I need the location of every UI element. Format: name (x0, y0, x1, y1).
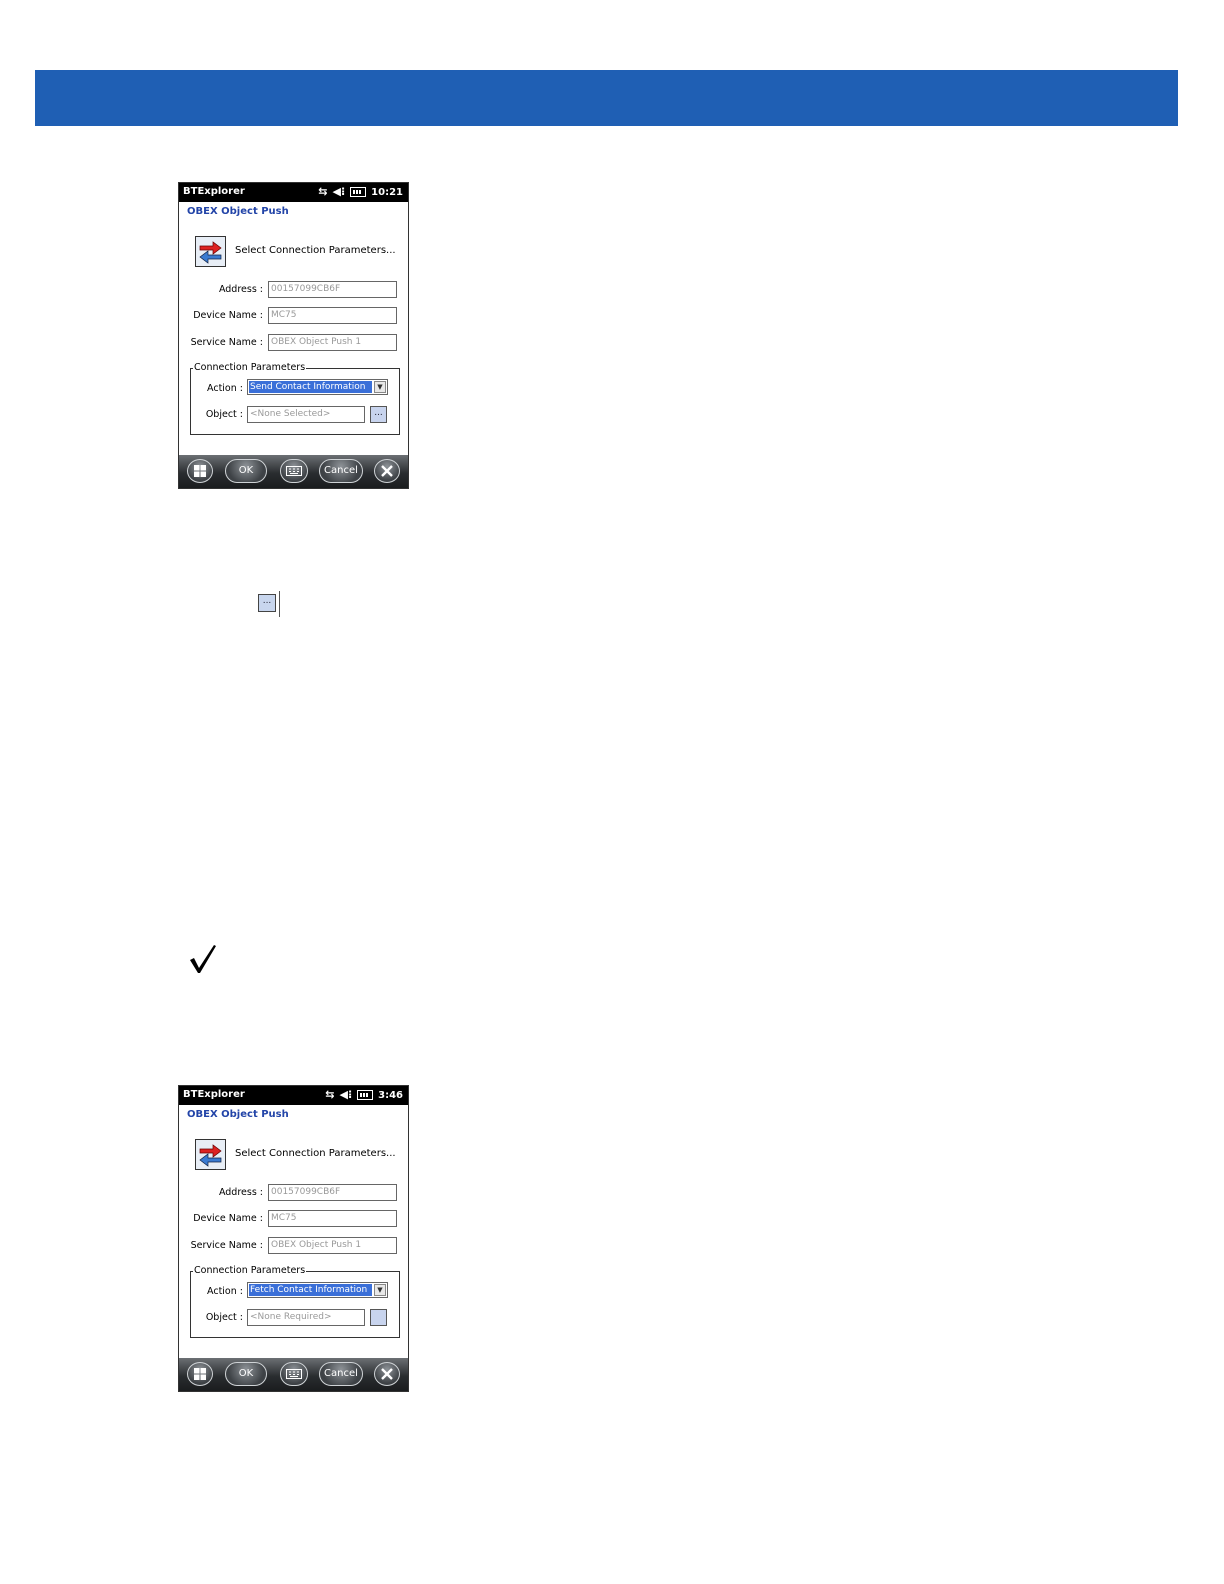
action-dropdown[interactable]: Send Contact Information ▼ (247, 379, 388, 395)
volume-muted-icon: ◀⁝ (332, 185, 346, 198)
service-name-label: Service Name : (190, 1240, 263, 1251)
object-label: Object : (205, 409, 243, 420)
battery-icon (350, 187, 367, 197)
connection-icon (195, 1139, 226, 1170)
connectivity-icon: ⇆ (325, 1088, 335, 1101)
connection-prompt: Select Connection Parameters... (235, 245, 396, 256)
connectivity-icon: ⇆ (318, 185, 328, 198)
address-field[interactable]: 00157099CB6F (268, 1184, 397, 1201)
service-name-field[interactable]: OBEX Object Push 1 (268, 1237, 397, 1254)
device-name-field[interactable]: MC75 (268, 1210, 397, 1227)
browse-object-button[interactable]: ... (370, 406, 387, 423)
close-button[interactable] (374, 459, 400, 483)
action-selected-value: Fetch Contact Information (249, 1284, 372, 1296)
windows-start-button[interactable] (187, 459, 213, 483)
volume-muted-icon: ◀⁝ (339, 1088, 353, 1101)
keyboard-button[interactable] (280, 459, 308, 483)
status-time: 3:46 (378, 1089, 403, 1101)
status-time: 10:21 (371, 186, 403, 198)
status-bar: BTExplorer ⇆ ◀⁝ 10:21 (179, 183, 408, 202)
keyboard-icon (286, 466, 302, 476)
connection-prompt: Select Connection Parameters... (235, 1148, 396, 1159)
windows-start-button[interactable] (187, 1362, 213, 1386)
taskbar: OK Cancel (179, 455, 408, 488)
chevron-down-icon[interactable]: ▼ (374, 381, 386, 393)
action-selected-value: Send Contact Information (249, 381, 372, 393)
connection-parameters-title: Connection Parameters (193, 362, 307, 373)
keyboard-icon (286, 1369, 302, 1379)
status-bar: BTExplorer ⇆ ◀⁝ 3:46 (179, 1086, 408, 1105)
status-app-name: BTExplorer (183, 1089, 245, 1100)
close-button[interactable] (374, 1362, 400, 1386)
inline-browse-button: ... (258, 594, 276, 612)
device-name-field[interactable]: MC75 (268, 307, 397, 324)
connection-parameters-title: Connection Parameters (193, 1265, 307, 1276)
cancel-button[interactable]: Cancel (319, 459, 363, 483)
object-label: Object : (205, 1312, 243, 1323)
address-label: Address : (218, 1187, 263, 1198)
status-app-name: BTExplorer (183, 186, 245, 197)
device-screenshot-fetch: BTExplorer ⇆ ◀⁝ 3:46 OBEX Object Push Se… (178, 1085, 409, 1392)
service-name-label: Service Name : (190, 337, 263, 348)
keyboard-button[interactable] (280, 1362, 308, 1386)
cancel-button[interactable]: Cancel (319, 1362, 363, 1386)
close-icon (381, 465, 393, 477)
device-name-label: Device Name : (193, 310, 263, 321)
browse-object-button[interactable] (370, 1309, 387, 1326)
device-screenshot-send: BTExplorer ⇆ ◀⁝ 10:21 OBEX Object Push S… (178, 182, 409, 489)
chapter-header-band (35, 70, 1178, 126)
screen-subtitle: OBEX Object Push (187, 206, 289, 217)
chevron-down-icon[interactable]: ▼ (374, 1284, 386, 1296)
ok-button[interactable]: OK (225, 1362, 267, 1386)
windows-start-icon (194, 1368, 206, 1380)
taskbar: OK Cancel (179, 1358, 408, 1391)
address-label: Address : (218, 284, 263, 295)
text-cursor-line (279, 591, 280, 617)
connection-icon (195, 236, 226, 267)
action-label: Action : (207, 1286, 243, 1297)
service-name-field[interactable]: OBEX Object Push 1 (268, 334, 397, 351)
windows-start-icon (194, 465, 206, 477)
close-icon (381, 1368, 393, 1380)
action-label: Action : (207, 383, 243, 394)
ok-button[interactable]: OK (225, 459, 267, 483)
object-field[interactable]: <None Required> (247, 1309, 365, 1326)
address-field[interactable]: 00157099CB6F (268, 281, 397, 298)
note-checkmark-icon (190, 945, 216, 973)
device-name-label: Device Name : (193, 1213, 263, 1224)
screen-subtitle: OBEX Object Push (187, 1109, 289, 1120)
object-field[interactable]: <None Selected> (247, 406, 365, 423)
action-dropdown[interactable]: Fetch Contact Information ▼ (247, 1282, 388, 1298)
battery-icon (357, 1090, 374, 1100)
